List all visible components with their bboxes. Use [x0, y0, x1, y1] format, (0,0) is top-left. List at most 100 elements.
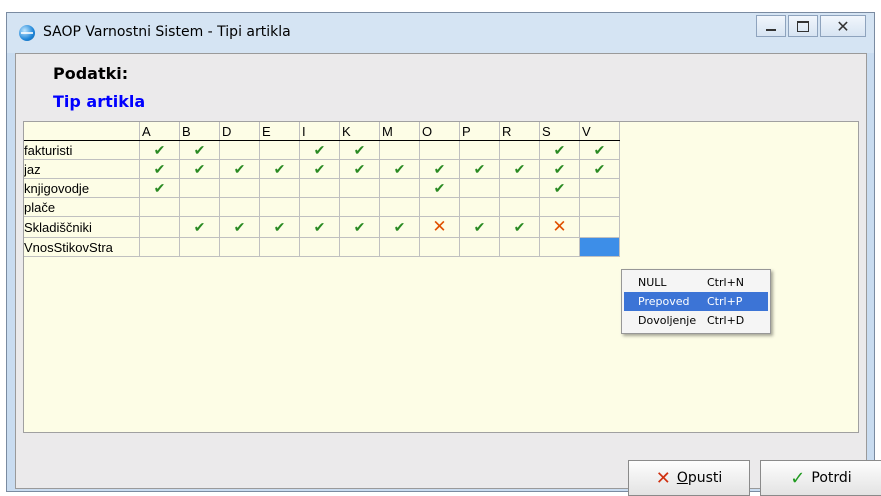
- allow-checkmark-icon[interactable]: ✔: [139, 140, 180, 160]
- row-header[interactable]: fakturisti: [24, 140, 140, 160]
- permission-cell[interactable]: [179, 178, 220, 198]
- permission-cell[interactable]: [299, 197, 340, 217]
- deny-x-icon[interactable]: ✕: [539, 216, 580, 238]
- column-header-k[interactable]: K: [339, 122, 380, 141]
- row-header[interactable]: VnosStikovStra: [24, 237, 140, 257]
- allow-checkmark-icon[interactable]: ✔: [339, 140, 380, 160]
- permission-cell[interactable]: [419, 237, 460, 257]
- row-header[interactable]: plače: [24, 197, 140, 217]
- column-header-e[interactable]: E: [259, 122, 300, 141]
- menu-item-null[interactable]: NULL Ctrl+N: [624, 273, 768, 292]
- allow-checkmark-icon[interactable]: ✔: [379, 216, 420, 238]
- allow-checkmark-icon[interactable]: ✔: [539, 140, 580, 160]
- allow-checkmark-icon[interactable]: ✔: [299, 140, 340, 160]
- permission-cell[interactable]: [579, 216, 620, 238]
- permission-cell[interactable]: [459, 178, 500, 198]
- menu-item-dovoljenje[interactable]: Dovoljenje Ctrl+D: [624, 311, 768, 330]
- permission-cell[interactable]: [139, 237, 180, 257]
- permission-cell[interactable]: [339, 237, 380, 257]
- permission-cell[interactable]: [139, 216, 180, 238]
- row-header[interactable]: knjigovodje: [24, 178, 140, 198]
- permission-cell[interactable]: [539, 197, 580, 217]
- permission-cell[interactable]: [379, 140, 420, 160]
- permission-cell[interactable]: [259, 178, 300, 198]
- column-header-a[interactable]: A: [139, 122, 180, 141]
- allow-checkmark-icon[interactable]: ✔: [219, 216, 260, 238]
- column-header-r[interactable]: R: [499, 122, 540, 141]
- permission-cell[interactable]: [539, 237, 580, 257]
- permission-cell[interactable]: [219, 140, 260, 160]
- row-header[interactable]: jaz: [24, 159, 140, 179]
- row-header[interactable]: Skladiščniki: [24, 216, 140, 238]
- minimize-button[interactable]: [756, 15, 786, 37]
- permission-cell[interactable]: [299, 178, 340, 198]
- permission-cell[interactable]: [499, 237, 540, 257]
- allow-checkmark-icon[interactable]: ✔: [499, 159, 540, 179]
- permission-cell[interactable]: [219, 197, 260, 217]
- column-header-s[interactable]: S: [539, 122, 580, 141]
- allow-checkmark-icon[interactable]: ✔: [219, 159, 260, 179]
- cancel-button[interactable]: ✕ Opusti: [628, 460, 750, 496]
- permission-cell[interactable]: [299, 237, 340, 257]
- title-bar[interactable]: SAOP Varnostni Sistem - Tipi artikla ✕: [7, 13, 874, 53]
- permission-cell[interactable]: [419, 140, 460, 160]
- allow-checkmark-icon[interactable]: ✔: [299, 159, 340, 179]
- allow-checkmark-icon[interactable]: ✔: [579, 159, 620, 179]
- permission-cell[interactable]: [459, 197, 500, 217]
- deny-x-icon[interactable]: ✕: [419, 216, 460, 238]
- permission-cell[interactable]: [219, 178, 260, 198]
- column-header-v[interactable]: V: [579, 122, 620, 141]
- allow-checkmark-icon[interactable]: ✔: [259, 216, 300, 238]
- permission-cell[interactable]: [179, 197, 220, 217]
- allow-checkmark-icon[interactable]: ✔: [339, 159, 380, 179]
- selected-cell[interactable]: [579, 237, 620, 257]
- allow-checkmark-icon[interactable]: ✔: [339, 216, 380, 238]
- permission-cell[interactable]: [579, 178, 620, 198]
- allow-checkmark-icon[interactable]: ✔: [539, 178, 580, 198]
- permissions-table: ABDEIKMOPRSV fakturisti ✔ ✔ ✔ ✔ ✔ ✔ jaz ✔ ✔ ✔ ✔ ✔ ✔ ✔ ✔…: [24, 122, 620, 257]
- permission-cell[interactable]: [339, 178, 380, 198]
- permission-cell[interactable]: [499, 140, 540, 160]
- permission-cell[interactable]: [259, 237, 300, 257]
- close-button[interactable]: ✕: [820, 15, 866, 37]
- maximize-button[interactable]: [788, 15, 818, 37]
- allow-checkmark-icon[interactable]: ✔: [459, 216, 500, 238]
- permission-cell[interactable]: [259, 197, 300, 217]
- permission-cell[interactable]: [219, 237, 260, 257]
- allow-checkmark-icon[interactable]: ✔: [419, 159, 460, 179]
- permission-cell[interactable]: [259, 140, 300, 160]
- permission-cell[interactable]: [419, 197, 460, 217]
- permission-cell[interactable]: [499, 197, 540, 217]
- column-header-o[interactable]: O: [419, 122, 460, 141]
- allow-checkmark-icon[interactable]: ✔: [179, 140, 220, 160]
- permission-cell[interactable]: [379, 197, 420, 217]
- permission-cell[interactable]: [339, 197, 380, 217]
- allow-checkmark-icon[interactable]: ✔: [299, 216, 340, 238]
- allow-checkmark-icon[interactable]: ✔: [459, 159, 500, 179]
- allow-checkmark-icon[interactable]: ✔: [499, 216, 540, 238]
- allow-checkmark-icon[interactable]: ✔: [539, 159, 580, 179]
- permission-cell[interactable]: [459, 140, 500, 160]
- allow-checkmark-icon[interactable]: ✔: [139, 178, 180, 198]
- permission-cell[interactable]: [179, 237, 220, 257]
- permission-cell[interactable]: [379, 237, 420, 257]
- column-header-m[interactable]: M: [379, 122, 420, 141]
- column-header-b[interactable]: B: [179, 122, 220, 141]
- column-header-i[interactable]: I: [299, 122, 340, 141]
- allow-checkmark-icon[interactable]: ✔: [139, 159, 180, 179]
- allow-checkmark-icon[interactable]: ✔: [419, 178, 460, 198]
- column-header-p[interactable]: P: [459, 122, 500, 141]
- permission-cell[interactable]: [379, 178, 420, 198]
- column-header-d[interactable]: D: [219, 122, 260, 141]
- allow-checkmark-icon[interactable]: ✔: [379, 159, 420, 179]
- permission-cell[interactable]: [459, 237, 500, 257]
- allow-checkmark-icon[interactable]: ✔: [179, 216, 220, 238]
- permission-cell[interactable]: [579, 197, 620, 217]
- allow-checkmark-icon[interactable]: ✔: [259, 159, 300, 179]
- permission-cell[interactable]: [499, 178, 540, 198]
- ok-button[interactable]: ✓ Potrdi: [760, 460, 881, 496]
- permission-cell[interactable]: [139, 197, 180, 217]
- menu-item-prepoved[interactable]: Prepoved Ctrl+P: [624, 292, 768, 311]
- allow-checkmark-icon[interactable]: ✔: [179, 159, 220, 179]
- allow-checkmark-icon[interactable]: ✔: [579, 140, 620, 160]
